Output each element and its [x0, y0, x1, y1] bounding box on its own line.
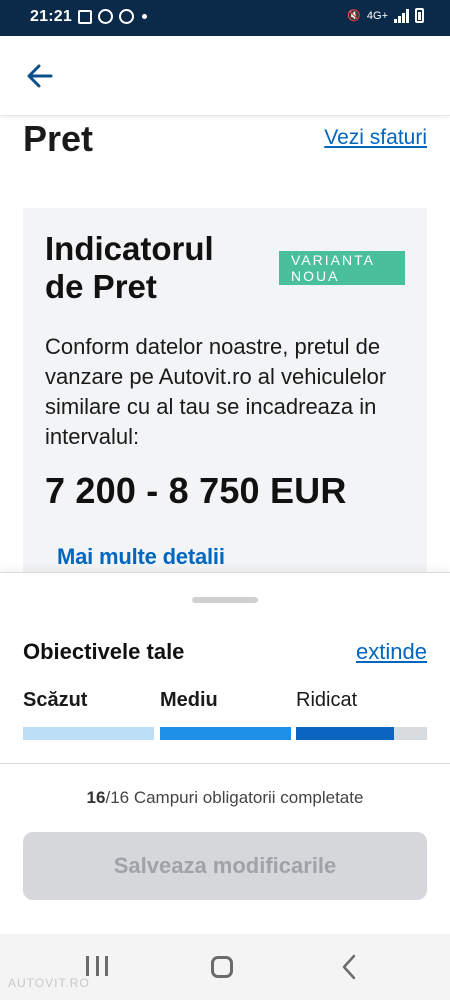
chatgpt-icon	[98, 9, 113, 24]
page-title: Pret	[23, 118, 94, 159]
tips-link[interactable]: Vezi sfaturi	[324, 126, 427, 150]
app-bar	[0, 36, 450, 116]
gallery-icon	[78, 9, 92, 24]
notification-icons	[78, 9, 147, 24]
recent-apps-button[interactable]	[86, 956, 108, 978]
home-button[interactable]	[211, 956, 233, 978]
more-notifications-icon	[142, 14, 147, 19]
new-version-badge: VARIANTA NOUA	[279, 251, 405, 285]
system-icons: 🔇 4G+	[347, 8, 424, 23]
status-bar: 21:21 🔇 4G+	[0, 0, 450, 36]
arrow-left-icon	[27, 64, 53, 88]
goals-title: Obiectivele tale	[23, 639, 185, 664]
system-nav-bar	[0, 934, 450, 1000]
signal-icon	[394, 8, 409, 23]
card-title: Indicatorul de Pret	[45, 230, 214, 305]
expand-link[interactable]: extinde	[356, 639, 427, 665]
save-changes-button[interactable]: Salveaza modificarile	[23, 832, 427, 900]
required-fields-status: 16/16 Campuri obligatorii completate	[0, 788, 450, 808]
card-description: Conform datelor noastre, pretul de vanza…	[45, 334, 387, 449]
divider	[0, 763, 450, 764]
back-button[interactable]	[24, 60, 56, 92]
fan-icon	[119, 9, 134, 24]
level-low-label: Scăzut	[23, 689, 88, 711]
fields-completed-count: 16	[86, 788, 106, 807]
level-medium-label: Mediu	[160, 689, 218, 711]
system-back-button[interactable]	[338, 954, 362, 980]
level-high-label: Ridicat	[296, 689, 358, 711]
fields-status-text: /16 Campuri obligatorii completate	[105, 788, 364, 807]
level-high-bar-fill	[296, 727, 394, 740]
goals-bottom-sheet: Obiectivele tale extinde Scăzut Mediu Ri…	[0, 572, 450, 934]
price-range: 7 200 - 8 750 EUR	[45, 470, 347, 511]
level-low-bar	[23, 727, 154, 740]
sheet-drag-handle[interactable]	[192, 597, 258, 603]
network-type-label: 4G+	[366, 9, 388, 22]
price-indicator-card: Indicatorul de Pret VARIANTA NOUA Confor…	[23, 208, 427, 578]
more-details-link[interactable]: Mai multe detalii	[57, 544, 225, 570]
battery-icon	[415, 8, 424, 23]
level-medium-bar	[160, 727, 291, 740]
mute-icon: 🔇	[347, 10, 361, 22]
status-time: 21:21	[30, 8, 72, 25]
watermark: AUTOVIT.RO	[8, 976, 90, 990]
chevron-left-icon	[342, 954, 356, 980]
